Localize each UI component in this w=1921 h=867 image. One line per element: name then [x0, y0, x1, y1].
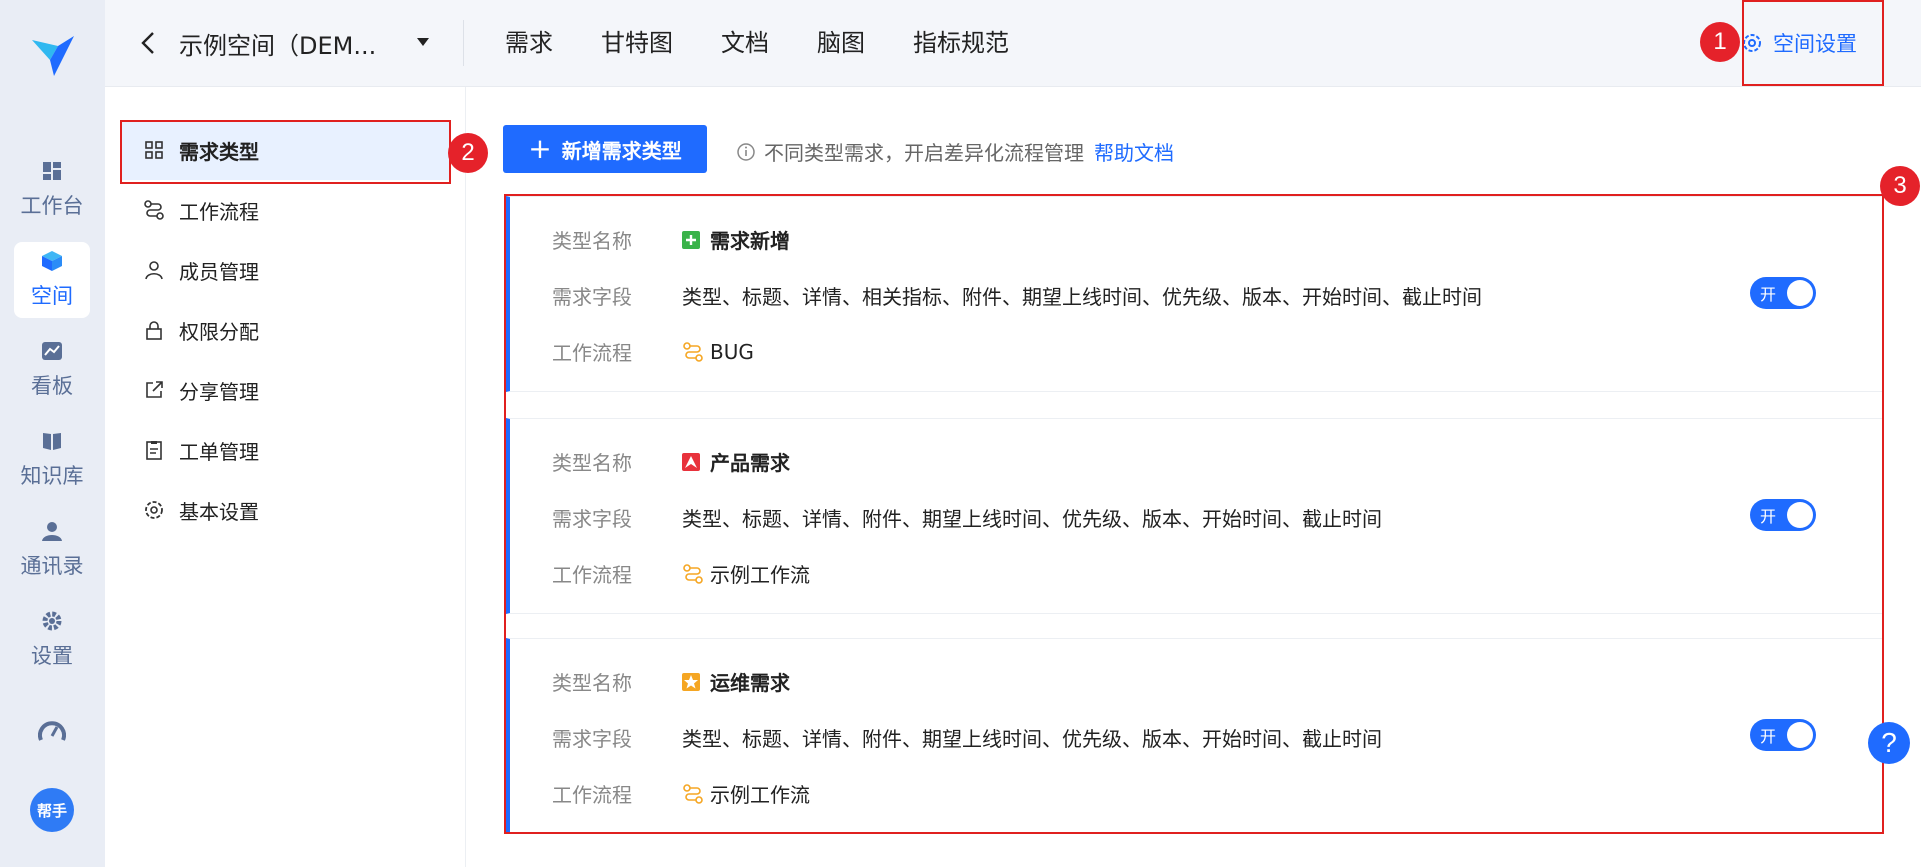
menu-item-permissions[interactable]: 权限分配 — [121, 300, 449, 360]
hint-text: 不同类型需求，开启差异化流程管理 帮助文档 — [736, 137, 1174, 166]
clipboard-icon — [143, 439, 165, 461]
menu-item-members[interactable]: 成员管理 — [121, 240, 449, 300]
top-nav-tabs: 需求 甘特图 文档 脑图 指标规范 — [505, 0, 1057, 86]
menu-item-workflow[interactable]: 工作流程 — [121, 180, 449, 240]
top-bar: 示例空间（DEM... 需求 甘特图 文档 脑图 指标规范 空间设置 — [105, 0, 1921, 87]
rail-item-space[interactable]: 空间 — [14, 242, 90, 318]
book-icon — [41, 430, 63, 452]
tab-metric-spec[interactable]: 指标规范 — [913, 0, 1009, 86]
rail-item-board[interactable]: 看板 — [14, 332, 90, 408]
menu-item-label: 工单管理 — [179, 439, 259, 464]
helper-avatar[interactable]: 帮手 — [30, 788, 74, 832]
share-icon — [143, 379, 165, 401]
tab-mindmap[interactable]: 脑图 — [817, 0, 865, 86]
info-icon — [737, 142, 755, 161]
space-selector[interactable]: 示例空间（DEM... — [179, 26, 376, 61]
menu-item-label: 权限分配 — [179, 319, 259, 344]
add-button-label: 新增需求类型 — [561, 138, 682, 163]
help-doc-link[interactable]: 帮助文档 — [1094, 137, 1174, 166]
tab-documents[interactable]: 文档 — [721, 0, 769, 86]
annotation-marker-2: 2 — [448, 133, 488, 173]
rail-item-knowledge[interactable]: 知识库 — [14, 422, 90, 498]
annotation-box-1 — [1742, 0, 1884, 86]
caret-down-icon[interactable] — [417, 38, 429, 46]
rail-item-label: 工作台 — [20, 194, 84, 218]
dashboard-icon — [41, 160, 63, 182]
hint-label: 不同类型需求，开启差异化流程管理 — [764, 141, 1084, 165]
rail-item-contacts[interactable]: 通讯录 — [14, 512, 90, 588]
rail-item-label: 空间 — [31, 284, 73, 308]
annotation-box-2 — [120, 120, 451, 184]
tab-requirements[interactable]: 需求 — [505, 0, 553, 86]
gear-icon — [41, 610, 63, 632]
lock-icon — [143, 319, 165, 341]
rail-item-label: 知识库 — [20, 464, 84, 488]
gear-icon — [143, 499, 165, 521]
rail-item-settings[interactable]: 设置 — [14, 602, 90, 678]
add-requirement-type-button[interactable]: + 新增需求类型 — [503, 125, 707, 173]
space-settings-menu: 需求类型 工作流程 成员管理 权限分配 分享管理 工单管理 基本设置 — [105, 87, 466, 867]
rail-item-label: 看板 — [31, 374, 73, 398]
rail-item-workbench[interactable]: 工作台 — [14, 152, 90, 228]
menu-item-label: 成员管理 — [179, 259, 259, 284]
speed-gauge-icon[interactable] — [38, 718, 66, 746]
annotation-marker-3: 3 — [1880, 166, 1920, 206]
app-logo-icon[interactable] — [28, 30, 78, 80]
cube-icon — [41, 250, 63, 272]
menu-item-label: 分享管理 — [179, 379, 259, 404]
menu-item-label: 工作流程 — [179, 199, 259, 224]
divider — [463, 20, 464, 66]
annotation-marker-1: 1 — [1700, 22, 1740, 62]
workflow-icon — [143, 199, 165, 221]
menu-item-tickets[interactable]: 工单管理 — [121, 420, 449, 480]
annotation-box-3 — [504, 194, 1884, 834]
menu-item-sharing[interactable]: 分享管理 — [121, 360, 449, 420]
back-chevron-icon[interactable] — [137, 30, 159, 56]
user-icon — [143, 259, 165, 281]
app-rail: 工作台 空间 看板 知识库 通讯录 设置 帮手 — [0, 0, 105, 867]
plus-icon: + — [528, 132, 552, 165]
menu-item-label: 基本设置 — [179, 499, 259, 524]
rail-item-label: 设置 — [31, 644, 73, 668]
help-question-button[interactable]: ? — [1868, 722, 1910, 764]
rail-item-label: 通讯录 — [20, 554, 84, 578]
chart-board-icon — [41, 340, 63, 362]
tab-gantt[interactable]: 甘特图 — [601, 0, 673, 86]
menu-item-basic-settings[interactable]: 基本设置 — [121, 480, 449, 540]
contacts-icon — [41, 520, 63, 542]
